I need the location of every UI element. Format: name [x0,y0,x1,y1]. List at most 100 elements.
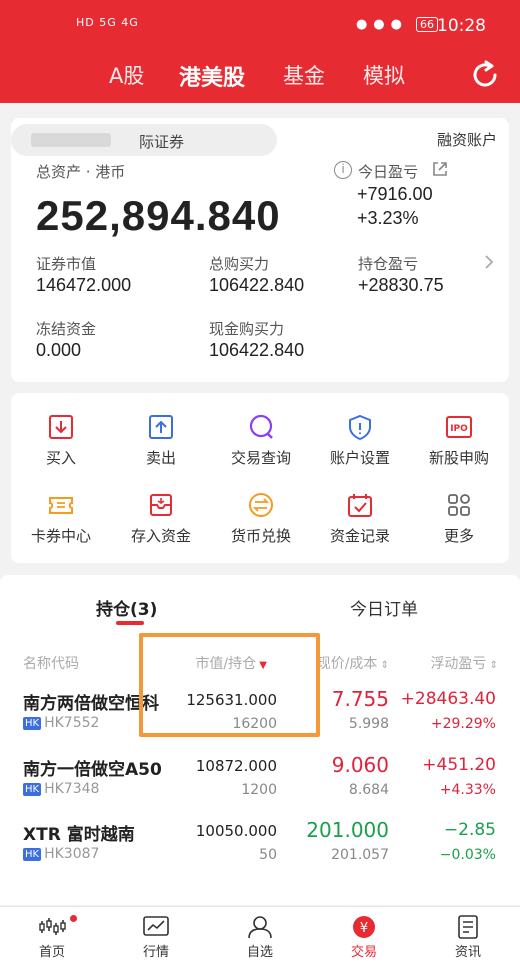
refresh-icon[interactable] [470,60,500,90]
home-icon [39,918,66,935]
tab-positions[interactable]: 持仓(3) [96,595,157,620]
nav-market-label: 行情 [142,945,169,960]
account-selector[interactable]: 际证券 [11,124,277,156]
current-price: 7.755 [331,687,389,711]
ipo-button[interactable]: IPO 新股申购 [409,393,509,473]
column-floating-pl[interactable]: 浮动盈亏 ⇕ [430,653,498,673]
coupon-center-button[interactable]: 卡券中心 [11,471,111,551]
column-price-cost-label: 现价/成本 [316,656,378,672]
frozen-funds-label: 冻结资金 [36,320,97,338]
nav-watchlist-label: 自选 [246,945,273,960]
nav-trade-label: 交易 [350,945,377,960]
cash-buying-power-label: 现金购买力 [209,320,285,338]
buy-icon [49,415,73,439]
column-price-cost[interactable]: 现价/成本 ⇕ [317,653,389,673]
ipo-label: 新股申购 [428,449,489,467]
market-value: 10872.000 [195,757,277,775]
active-tab-indicator [116,621,144,625]
stock-code-text: HK7552 [44,715,100,731]
quantity: 1200 [241,782,277,798]
account-name: 际证券 [139,133,185,151]
ipo-icon: IPO [446,416,472,438]
fund-record-icon [348,494,372,517]
currency-exchange-label: 货币兑换 [230,527,291,545]
nav-watchlist[interactable]: 自选 [230,915,290,960]
deposit-icon [150,494,172,516]
stock-code-text: HK3087 [44,846,100,862]
more-icon [448,494,470,516]
sort-icon: ⇕ [486,660,498,671]
cost-price: 201.057 [331,847,389,863]
bottom-nav: 首页 行情 自选 ¥ 交易 资讯 [0,906,520,967]
status-icons: ●●● [355,17,408,32]
hk-badge: HK [23,848,42,861]
trade-query-label: 交易查询 [230,449,291,467]
trade-icon: ¥ [353,916,375,938]
sort-icon: ⇕ [377,660,389,671]
clock: 10:28 [437,16,486,36]
floating-pl-percent: +29.29% [430,716,496,732]
sell-icon [149,415,173,439]
floating-pl-percent: +4.33% [439,782,496,798]
chevron-right-icon[interactable] [483,254,495,270]
account-settings-icon [349,414,371,441]
stock-name: XTR 富时越南 [23,825,135,845]
hk-badge: HK [23,783,42,796]
column-name-code: 名称代码 [23,656,79,672]
margin-account-link[interactable]: 融资账户 [437,129,497,150]
market-tabs: A股 港美股 基金 模拟 [0,56,520,96]
tab-a-share[interactable]: A股 [109,60,144,90]
fund-record-label: 资金记录 [329,527,390,545]
info-icon[interactable]: i [334,161,352,179]
nav-home-label: 首页 [38,945,65,960]
trade-query-button[interactable]: 交易查询 [211,393,311,473]
highlight-box [139,633,320,737]
floating-pl: +28463.40 [400,689,496,709]
share-icon[interactable] [431,160,449,178]
market-icon [143,916,169,936]
stock-code: HK HK7348 [23,781,99,797]
tab-hk-us[interactable]: 港美股 [179,60,245,92]
current-price: 201.000 [306,818,389,842]
stock-name: 南方一倍做空A50 [23,760,162,780]
deposit-button[interactable]: 存入资金 [111,471,211,551]
buy-button[interactable]: 买入 [11,393,111,473]
column-floating-pl-label: 浮动盈亏 [430,656,487,672]
more-button[interactable]: 更多 [409,471,509,551]
coupon-icon [49,497,73,514]
frozen-funds-value: 0.000 [36,340,82,360]
notification-dot [70,915,77,922]
buy-label: 买入 [45,449,76,467]
table-row[interactable]: XTR 富时越南 HK HK3087 10050.000 50 201.000 2… [0,818,520,880]
tab-simulation[interactable]: 模拟 [363,60,405,90]
deposit-label: 存入资金 [130,527,191,545]
table-row[interactable]: 南方一倍做空A50 HK HK7348 10872.000 1200 9.060 … [0,753,520,815]
today-pl-label: 今日盈亏 [358,163,419,181]
total-assets-value: 252,894.840 [36,192,281,239]
nav-trade[interactable]: ¥ 交易 [334,915,394,960]
cost-price: 5.998 [348,716,389,732]
sell-button[interactable]: 卖出 [111,393,211,473]
nav-market[interactable]: 行情 [126,915,186,960]
position-pl-value: +28830.75 [358,275,444,295]
nav-news[interactable]: 资讯 [438,915,498,960]
nav-news-label: 资讯 [454,945,481,960]
watchlist-icon [248,916,272,939]
account-settings-label: 账户设置 [329,449,390,467]
floating-pl-percent: −0.03% [439,847,496,863]
stock-code-text: HK7348 [44,781,100,797]
today-pl-percent: +3.23% [357,208,419,228]
battery-icon: 66 [416,17,438,32]
tab-today-orders[interactable]: 今日订单 [350,595,418,620]
buying-power-label: 总购买力 [209,255,270,273]
market-value: 10050.000 [195,822,277,840]
signal-indicator: HD 5G 4G [76,16,139,29]
currency-exchange-button[interactable]: 货币兑换 [211,471,311,551]
market-value-value: 146472.000 [36,275,132,295]
hk-badge: HK [23,717,42,730]
tab-fund[interactable]: 基金 [283,60,325,90]
position-pl-label: 持仓盈亏 [358,255,419,273]
fund-record-button[interactable]: 资金记录 [310,471,410,551]
account-settings-button[interactable]: 账户设置 [310,393,410,473]
svg-text:IPO: IPO [450,424,468,434]
